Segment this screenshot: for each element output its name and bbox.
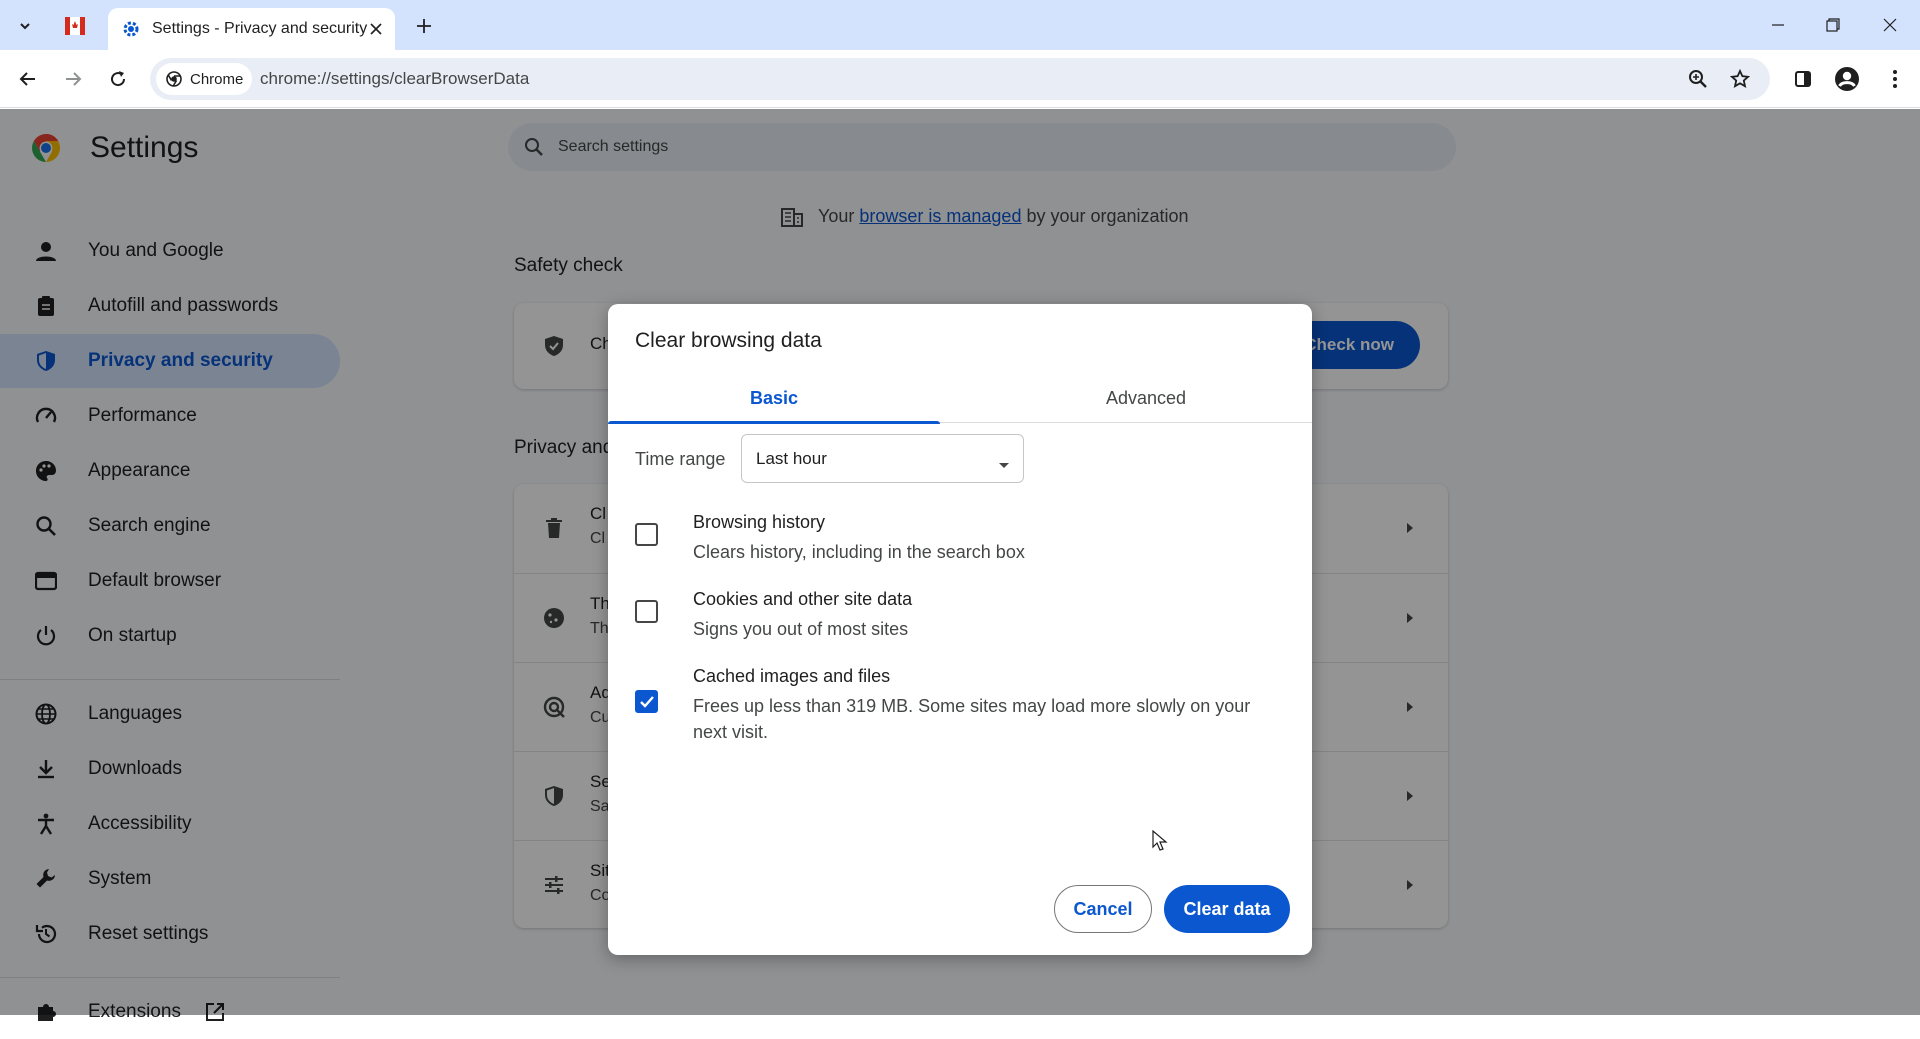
new-tab-button[interactable] (410, 12, 438, 40)
mouse-cursor-icon (1152, 829, 1168, 852)
tab-strip: Settings - Privacy and security (0, 0, 1920, 50)
checkmark-icon (639, 695, 655, 709)
url-text[interactable]: chrome://settings/clearBrowserData (260, 69, 529, 89)
option-title: Cookies and other site data (693, 589, 913, 609)
option-description: Clears history, including in the search … (693, 542, 1025, 562)
tab-title: Settings - Privacy and security (152, 20, 368, 37)
option-description: Frees up less than 319 MB. Some sites ma… (693, 696, 1251, 742)
site-info-chip[interactable]: Chrome (156, 63, 252, 95)
minimize-button[interactable] (1756, 8, 1800, 42)
profile-button[interactable] (1832, 64, 1862, 94)
canada-flag-icon (65, 17, 85, 35)
plus-icon (416, 18, 432, 34)
bookmark-star-icon[interactable] (1728, 67, 1752, 91)
dropdown-caret-icon (997, 455, 1011, 468)
arrow-right-icon (64, 70, 82, 88)
option-description: Signs you out of most sites (693, 619, 909, 639)
close-tab-icon[interactable] (367, 18, 385, 40)
restore-button[interactable] (1811, 8, 1855, 42)
more-vert-icon (1892, 69, 1898, 89)
reload-icon (109, 70, 127, 88)
close-icon (1883, 18, 1897, 32)
tab-basic[interactable]: Basic (608, 374, 940, 424)
browsing-history-checkbox[interactable] (635, 523, 658, 546)
account-circle-icon (1834, 66, 1860, 92)
active-tab[interactable]: Settings - Privacy and security (108, 8, 395, 50)
time-range-select[interactable]: Last hour (741, 434, 1024, 483)
zoom-icon[interactable] (1686, 67, 1710, 91)
option-title: Cached images and files (693, 666, 891, 686)
clear-data-button[interactable]: Clear data (1164, 885, 1290, 933)
tab-search-button[interactable] (12, 13, 38, 39)
cached-images-checkbox[interactable] (635, 690, 658, 713)
side-panel-icon (1794, 70, 1812, 88)
restore-icon (1826, 18, 1840, 32)
side-panel-button[interactable] (1788, 64, 1818, 94)
cancel-button[interactable]: Cancel (1054, 885, 1152, 933)
clear-browsing-data-dialog: Clear browsing data Basic Advanced Time … (608, 304, 1312, 955)
pinned-tab[interactable] (60, 12, 90, 40)
dialog-tabs: Basic Advanced (608, 374, 1312, 424)
minimize-icon (1771, 18, 1785, 32)
cookies-checkbox[interactable] (635, 600, 658, 623)
gear-icon (122, 20, 140, 38)
window-close-button[interactable] (1868, 8, 1912, 42)
reload-button[interactable] (103, 64, 133, 94)
time-range-label: Time range (635, 449, 726, 469)
chrome-logo-icon (166, 71, 182, 87)
option-title: Browsing history (693, 512, 826, 532)
time-range-value: Last hour (756, 448, 827, 468)
arrow-left-icon (19, 70, 37, 88)
tab-advanced[interactable]: Advanced (980, 374, 1312, 423)
address-bar[interactable]: Chrome chrome://settings/clearBrowserDat… (150, 58, 1770, 100)
forward-button[interactable] (58, 64, 88, 94)
site-chip-label: Chrome (190, 70, 244, 88)
back-button[interactable] (13, 64, 43, 94)
browser-toolbar: Chrome chrome://settings/clearBrowserDat… (0, 50, 1920, 108)
menu-button[interactable] (1880, 64, 1910, 94)
chevron-down-icon (18, 19, 32, 33)
dialog-title: Clear browsing data (635, 329, 822, 352)
